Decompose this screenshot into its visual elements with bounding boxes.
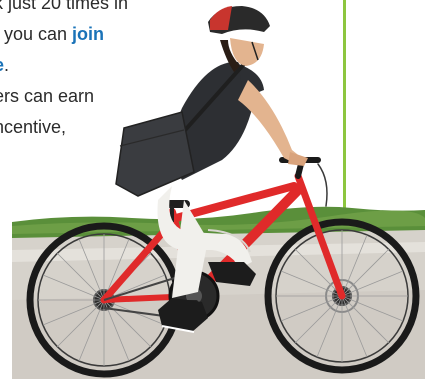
- page: k just 20 times in , you can join e. ers…: [0, 0, 425, 379]
- rider-arms: [238, 80, 308, 166]
- cyclist-photo: [12, 0, 425, 379]
- text-line-3-tail: .: [4, 55, 10, 75]
- cyclist-illustration: [12, 6, 425, 379]
- rider-head: [208, 6, 270, 72]
